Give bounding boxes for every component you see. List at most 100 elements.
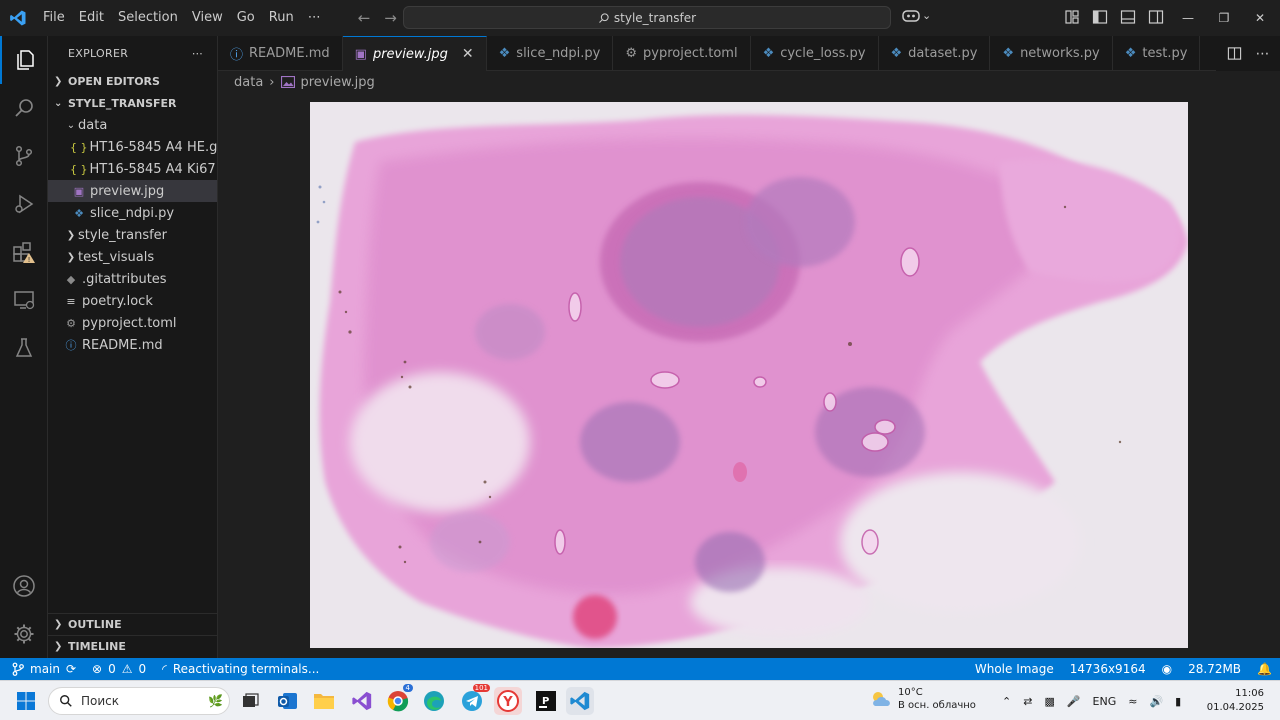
editor-tab[interactable]: ❖ cycle_loss.py [751, 36, 879, 71]
split-editor-icon[interactable] [1227, 46, 1242, 61]
close-tab-icon[interactable]: ✕ [462, 46, 474, 62]
tab-label: preview.jpg [372, 46, 448, 62]
menu-view[interactable]: View [185, 0, 230, 36]
battery-icon[interactable]: ▮ [1175, 695, 1181, 708]
vscode-taskbar-icon[interactable] [566, 687, 594, 715]
project-root-label: STYLE_TRANSFER [68, 96, 177, 110]
tree-item[interactable]: ⚙ pyproject.toml [48, 312, 217, 334]
search-sidebar-icon[interactable] [0, 84, 48, 132]
editor-tab[interactable]: ▣ preview.jpg ✕ [342, 36, 487, 71]
tray-app-icon[interactable]: ⇄ [1023, 695, 1032, 708]
editor-tab[interactable]: ❖ networks.py [990, 36, 1113, 71]
tree-item[interactable]: ❯ test_visuals [48, 246, 217, 268]
menu-go[interactable]: Go [230, 0, 262, 36]
sync-icon[interactable]: ⟳ [66, 662, 76, 676]
editor-tab[interactable]: ❖ slice_ndpi.py [487, 36, 614, 71]
chrome-icon[interactable]: 4 [384, 684, 413, 715]
taskbar-clock[interactable]: 11:06 01.04.2025 [1207, 687, 1264, 715]
command-center[interactable]: style_transfer [403, 6, 891, 29]
breadcrumb-folder[interactable]: data [234, 75, 263, 90]
menu-file[interactable]: File [36, 0, 72, 36]
system-tray: ⌃ ⇄ ▩ 🎤 ENG ≈ 🔊 ▮ [1002, 681, 1181, 720]
restore-icon[interactable]: ❐ [1206, 0, 1242, 36]
chevron-right-icon: ❯ [54, 641, 63, 652]
tray-chart-icon[interactable]: ▩ [1044, 695, 1054, 708]
edge-icon[interactable] [420, 687, 448, 715]
tree-item[interactable]: { } HT16-5845 A4 HE.g... [48, 136, 217, 158]
command-center-text: style_transfer [613, 10, 697, 25]
file-explorer-icon[interactable] [310, 687, 338, 715]
git-file-icon: ◆ [66, 272, 76, 286]
menu-run[interactable]: Run [262, 0, 301, 36]
explorer-more-icon[interactable]: ⋯ [192, 47, 203, 60]
tree-item[interactable]: ❖ slice_ndpi.py [48, 202, 217, 224]
tray-overflow-chevron-icon[interactable]: ⌃ [1002, 695, 1011, 708]
zoom-indicator[interactable]: Whole Image [967, 662, 1062, 676]
copilot-status-icon[interactable]: ◉ [1154, 662, 1180, 676]
minimize-icon[interactable]: — [1170, 0, 1206, 36]
remote-explorer-icon[interactable] [0, 276, 48, 324]
windows-start-icon[interactable] [12, 687, 40, 715]
menu-more[interactable]: ⋯ [301, 0, 328, 36]
chevron-right-icon: ❯ [54, 75, 63, 87]
explorer-title: EXPLORER [68, 46, 129, 60]
bottom-sections: ❯ OUTLINE ❯ TIMELINE [48, 613, 218, 657]
taskbar-search[interactable]: Поиск 🌿 [48, 687, 230, 715]
timeline-section[interactable]: ❯ TIMELINE [48, 635, 218, 657]
menu-edit[interactable]: Edit [72, 0, 111, 36]
warning-count[interactable]: 0 [139, 662, 147, 676]
toggle-primary-sidebar-icon[interactable] [1092, 9, 1108, 25]
chevron-down-icon: ⌄ [922, 8, 932, 22]
toggle-panel-icon[interactable] [1120, 9, 1136, 25]
python-icon: ❖ [890, 46, 903, 61]
microphone-icon[interactable]: 🎤 [1067, 695, 1081, 708]
tree-item[interactable]: ◆ .gitattributes [48, 268, 217, 290]
tree-item[interactable]: ❯ style_transfer [48, 224, 217, 246]
project-root-section[interactable]: ⌄ STYLE_TRANSFER [48, 92, 217, 114]
editor-tab[interactable]: ⓘ README.md [218, 36, 343, 71]
pycharm-icon[interactable]: P [532, 687, 560, 715]
manage-gear-icon[interactable] [0, 610, 48, 658]
forward-arrow-icon[interactable]: → [384, 9, 397, 27]
telegram-icon[interactable]: 101 [458, 684, 490, 715]
image-preview[interactable] [310, 102, 1188, 648]
editor-tab[interactable]: ⚙ pyproject.toml [613, 36, 751, 71]
lock-file-icon: ≡ [66, 294, 76, 308]
editor-tab[interactable]: ❖ dataset.py [879, 36, 991, 71]
branch-name[interactable]: main [30, 662, 60, 676]
breadcrumb-file[interactable]: preview.jpg [301, 75, 375, 90]
task-view-icon[interactable] [236, 687, 264, 715]
tree-item[interactable]: ⌄ data [48, 114, 217, 136]
yandex-browser-icon[interactable]: Y [494, 687, 522, 715]
testing-flask-icon[interactable] [0, 324, 48, 372]
tree-item[interactable]: ⓘ README.md [48, 334, 217, 356]
back-arrow-icon[interactable]: ← [358, 9, 371, 27]
outline-section[interactable]: ❯ OUTLINE [48, 613, 218, 635]
toggle-secondary-sidebar-icon[interactable] [1148, 9, 1164, 25]
accounts-icon[interactable] [0, 562, 48, 610]
error-count[interactable]: 0 [108, 662, 116, 676]
more-actions-icon[interactable]: ⋯ [1256, 46, 1270, 62]
tree-item[interactable]: { }HT16-5845 A4 Ki67.... [48, 158, 217, 180]
notifications-bell-icon[interactable]: 🔔 [1249, 662, 1280, 676]
open-editors-section[interactable]: ❯ OPEN EDITORS [48, 70, 217, 92]
tree-item[interactable]: ≡ poetry.lock [48, 290, 217, 312]
volume-icon[interactable]: 🔊 [1149, 695, 1163, 708]
extensions-icon[interactable]: ! [0, 228, 48, 276]
menu-selection[interactable]: Selection [111, 0, 185, 36]
copilot-button[interactable]: ⌄ [902, 8, 931, 22]
tab-list: ⓘ README.md ▣ preview.jpg ✕ ❖ slice_ndpi.py ⚙ py… [218, 36, 1201, 71]
tree-item[interactable]: ▣ preview.jpg [48, 180, 217, 202]
language-indicator[interactable]: ENG [1093, 695, 1117, 708]
source-control-icon[interactable] [0, 132, 48, 180]
explorer-icon[interactable] [0, 36, 48, 84]
visual-studio-icon[interactable] [348, 687, 376, 715]
weather-widget[interactable]: 10°C В осн. облачно [870, 686, 976, 712]
customize-layout-icon[interactable] [1064, 9, 1080, 25]
outlook-icon[interactable] [274, 687, 302, 715]
close-window-icon[interactable]: ✕ [1242, 0, 1278, 36]
wifi-icon[interactable]: ≈ [1128, 695, 1137, 708]
run-debug-icon[interactable] [0, 180, 48, 228]
editor-tab[interactable]: ❖ test.py [1113, 36, 1201, 71]
status-bar: main ⟳ ⊗ 0 ⚠ 0 ◜ Reactivating terminals.… [0, 658, 1280, 680]
